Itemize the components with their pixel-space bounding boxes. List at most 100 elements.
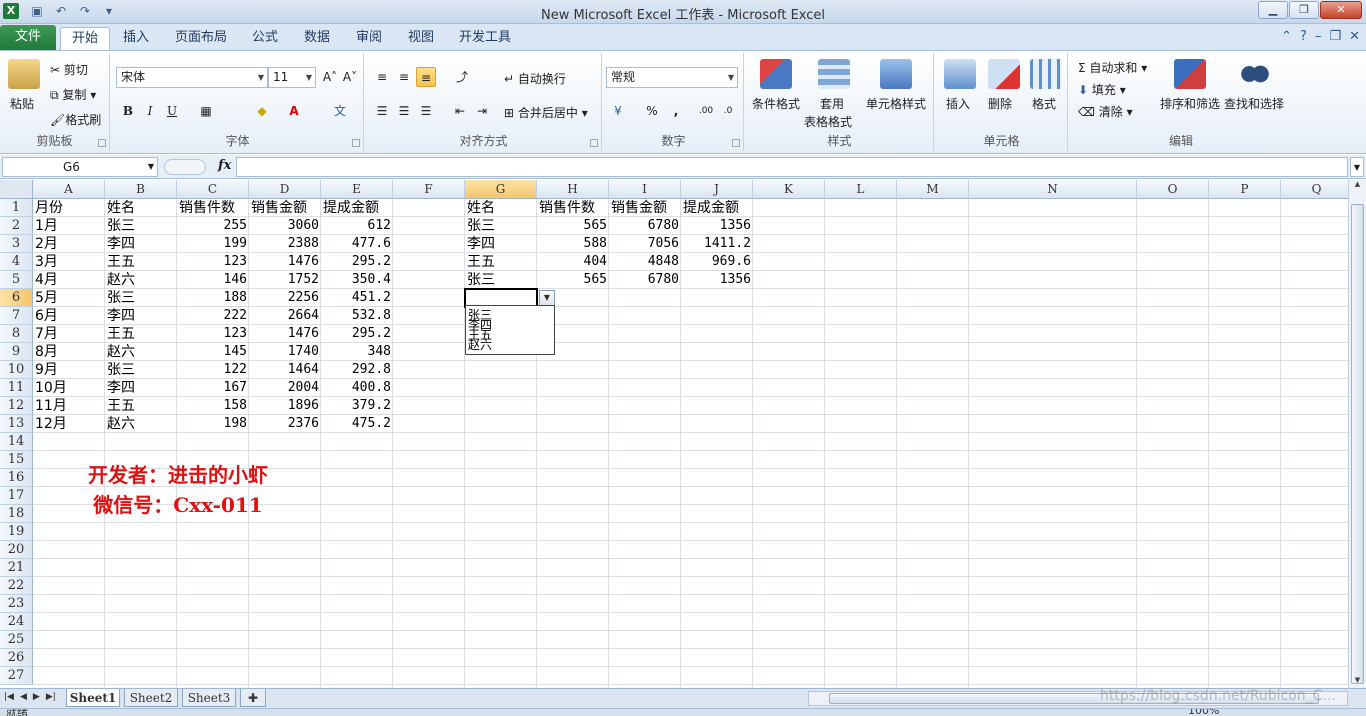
sheet-tab-sheet3[interactable]: Sheet3 xyxy=(182,689,236,707)
column-header-l[interactable]: L xyxy=(825,180,897,199)
paste-button[interactable]: 粘贴 xyxy=(10,95,34,112)
increase-font-icon[interactable]: A˄ xyxy=(320,67,340,87)
tab-formulas[interactable]: 公式 xyxy=(244,27,286,50)
cell-h5[interactable]: 565 xyxy=(537,271,609,289)
orientation-icon[interactable]: ⤴ xyxy=(452,67,472,87)
tab-developer[interactable]: 开发工具 xyxy=(452,27,518,50)
cell-e12[interactable]: 379.2 xyxy=(321,397,393,415)
cell-b1[interactable]: 姓名 xyxy=(105,199,177,217)
row-header-24[interactable]: 24 xyxy=(0,613,33,631)
row-header-10[interactable]: 10 xyxy=(0,361,33,379)
cell-a12[interactable]: 11月 xyxy=(33,397,105,415)
cell-d5[interactable]: 1752 xyxy=(249,271,321,289)
decrease-indent-icon[interactable]: ⇤ xyxy=(450,101,470,121)
bold-button[interactable]: B xyxy=(118,101,138,121)
autosum-button[interactable]: Σ 自动求和 ▾ xyxy=(1078,59,1147,76)
last-sheet-icon[interactable]: ▶| xyxy=(46,692,56,702)
cell-c12[interactable]: 158 xyxy=(177,397,249,415)
cell-a1[interactable]: 月份 xyxy=(33,199,105,217)
paste-icon[interactable] xyxy=(8,59,40,89)
help-icon[interactable]: ? xyxy=(1300,29,1307,44)
increase-indent-icon[interactable]: ⇥ xyxy=(472,101,492,121)
row-header-11[interactable]: 11 xyxy=(0,379,33,397)
formula-input[interactable] xyxy=(236,157,1348,177)
row-header-12[interactable]: 12 xyxy=(0,397,33,415)
cell-d6[interactable]: 2256 xyxy=(249,289,321,307)
fill-color-icon[interactable]: ◆ xyxy=(252,101,272,121)
select-all-corner[interactable] xyxy=(0,180,33,199)
tab-insert[interactable]: 插入 xyxy=(114,27,158,50)
cell-d4[interactable]: 1476 xyxy=(249,253,321,271)
tab-view[interactable]: 视图 xyxy=(400,27,442,50)
column-header-h[interactable]: H xyxy=(537,180,609,199)
row-header-27[interactable]: 27 xyxy=(0,667,33,685)
restore-button[interactable]: ❐ xyxy=(1289,1,1319,19)
cell-b4[interactable]: 王五 xyxy=(105,253,177,271)
cell-e11[interactable]: 400.8 xyxy=(321,379,393,397)
cell-a10[interactable]: 9月 xyxy=(33,361,105,379)
cell-a8[interactable]: 7月 xyxy=(33,325,105,343)
validation-dropdown-button[interactable]: ▼ xyxy=(539,290,555,306)
cell-i1[interactable]: 销售金额 xyxy=(609,199,681,217)
cell-a4[interactable]: 3月 xyxy=(33,253,105,271)
border-icon[interactable]: ▦ xyxy=(196,101,216,121)
row-header-14[interactable]: 14 xyxy=(0,433,33,451)
cell-b12[interactable]: 王五 xyxy=(105,397,177,415)
worksheet-grid[interactable]: ABCDEFGHIJKLMNOPQ 1 2 3 4 5 6 7 8 9 10 11 12 13 14 15 1… xyxy=(0,180,1348,688)
comma-button[interactable]: , xyxy=(666,101,686,121)
cell-b3[interactable]: 李四 xyxy=(105,235,177,253)
row-header-25[interactable]: 25 xyxy=(0,631,33,649)
name-box[interactable]: G6 ▼ xyxy=(2,157,158,177)
row-header-5[interactable]: 5 xyxy=(0,271,33,289)
cell-j5[interactable]: 1356 xyxy=(681,271,753,289)
cell-d2[interactable]: 3060 xyxy=(249,217,321,235)
cell-h4[interactable]: 404 xyxy=(537,253,609,271)
italic-button[interactable]: I xyxy=(140,101,160,121)
cell-a5[interactable]: 4月 xyxy=(33,271,105,289)
insert-button[interactable]: 插入 xyxy=(946,95,970,112)
row-header-17[interactable]: 17 xyxy=(0,487,33,505)
row-header-9[interactable]: 9 xyxy=(0,343,33,361)
prev-sheet-icon[interactable]: ◀ xyxy=(20,692,27,702)
formula-bar-divider-handle[interactable] xyxy=(164,159,206,175)
cell-i5[interactable]: 6780 xyxy=(609,271,681,289)
close-button[interactable]: ✕ xyxy=(1320,1,1362,19)
cell-e4[interactable]: 295.2 xyxy=(321,253,393,271)
font-name-select[interactable]: 宋体 ▼ xyxy=(116,67,268,88)
row-header-15[interactable]: 15 xyxy=(0,451,33,469)
table-format-button-line2[interactable]: 表格格式 xyxy=(804,113,852,130)
cell-e6[interactable]: 451.2 xyxy=(321,289,393,307)
row-header-1[interactable]: 1 xyxy=(0,199,33,217)
scroll-down-icon[interactable]: ▼ xyxy=(1351,676,1364,688)
decrease-decimal-icon[interactable]: .0 xyxy=(718,101,738,121)
column-header-n[interactable]: N xyxy=(969,180,1137,199)
column-header-k[interactable]: K xyxy=(753,180,825,199)
cell-a11[interactable]: 10月 xyxy=(33,379,105,397)
cell-h2[interactable]: 565 xyxy=(537,217,609,235)
cell-c4[interactable]: 123 xyxy=(177,253,249,271)
column-header-o[interactable]: O xyxy=(1137,180,1209,199)
cell-d1[interactable]: 销售金额 xyxy=(249,199,321,217)
row-header-26[interactable]: 26 xyxy=(0,649,33,667)
cell-c6[interactable]: 188 xyxy=(177,289,249,307)
align-bottom-icon[interactable]: ≡ xyxy=(416,67,436,87)
next-sheet-icon[interactable]: ▶ xyxy=(33,692,40,702)
font-launcher-icon[interactable] xyxy=(352,139,360,147)
cell-e10[interactable]: 292.8 xyxy=(321,361,393,379)
number-format-select[interactable]: 常规 ▼ xyxy=(606,67,738,88)
cell-b7[interactable]: 李四 xyxy=(105,307,177,325)
copy-button[interactable]: ⧉ 复制 ▾ xyxy=(50,86,96,103)
row-header-4[interactable]: 4 xyxy=(0,253,33,271)
cell-e7[interactable]: 532.8 xyxy=(321,307,393,325)
cut-button[interactable]: ✂ 剪切 xyxy=(50,61,88,78)
cell-g1[interactable]: 姓名 xyxy=(465,199,537,217)
row-header-6[interactable]: 6 xyxy=(0,289,33,307)
cell-b5[interactable]: 赵六 xyxy=(105,271,177,289)
vertical-scroll-thumb[interactable] xyxy=(1351,204,1364,684)
cell-e13[interactable]: 475.2 xyxy=(321,415,393,433)
cell-d13[interactable]: 2376 xyxy=(249,415,321,433)
cell-c5[interactable]: 146 xyxy=(177,271,249,289)
cell-j4[interactable]: 969.6 xyxy=(681,253,753,271)
cell-b6[interactable]: 张三 xyxy=(105,289,177,307)
dropdown-option[interactable]: 赵六 xyxy=(466,339,554,351)
